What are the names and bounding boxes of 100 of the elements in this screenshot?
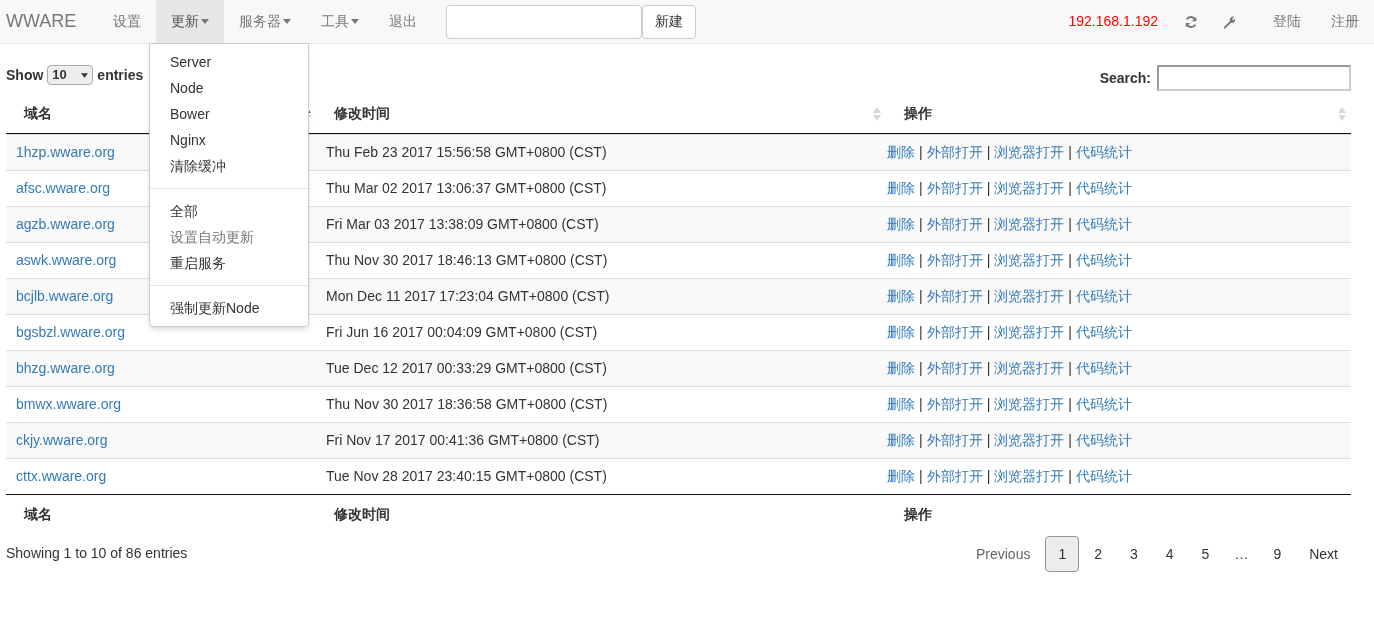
action-link[interactable]: 代码统计 bbox=[1075, 178, 1132, 199]
domain-link[interactable]: aswk.wware.org bbox=[16, 252, 117, 268]
domain-link[interactable]: cttx.wware.org bbox=[16, 468, 107, 484]
action-link[interactable]: 代码统计 bbox=[1075, 322, 1132, 343]
action-link[interactable]: 外部打开 bbox=[926, 322, 983, 343]
column-footer: 修改时间 bbox=[334, 506, 390, 522]
menu-item[interactable]: Server bbox=[150, 49, 308, 75]
action-link[interactable]: 外部打开 bbox=[926, 286, 983, 307]
action-link[interactable]: 代码统计 bbox=[1075, 142, 1132, 163]
sort-icon[interactable] bbox=[1337, 105, 1347, 122]
menu-item[interactable]: Bower bbox=[150, 101, 308, 127]
sort-icon[interactable] bbox=[872, 105, 882, 122]
page-button[interactable]: 3 bbox=[1117, 536, 1151, 572]
menu-item[interactable]: 全部 bbox=[150, 198, 308, 224]
nav-link[interactable]: 登陆 bbox=[1258, 11, 1316, 32]
refresh-icon[interactable] bbox=[1184, 14, 1198, 29]
separator: | bbox=[919, 395, 923, 414]
separator: | bbox=[1068, 215, 1072, 234]
nav-link[interactable]: 注册 bbox=[1316, 11, 1374, 32]
action-link[interactable]: 删除 bbox=[887, 466, 915, 487]
action-link[interactable]: 代码统计 bbox=[1075, 250, 1132, 271]
action-link[interactable]: 外部打开 bbox=[926, 394, 983, 415]
action-link[interactable]: 代码统计 bbox=[1075, 286, 1132, 307]
table-cell: Mon Dec 11 2017 17:23:04 GMT+0800 (CST) bbox=[326, 288, 610, 304]
action-link[interactable]: 删除 bbox=[887, 430, 915, 451]
search-field[interactable] bbox=[1157, 65, 1351, 91]
action-link[interactable]: 删除 bbox=[887, 286, 915, 307]
page-button[interactable]: 5 bbox=[1188, 536, 1223, 572]
domain-link[interactable]: bmwx.wware.org bbox=[16, 396, 122, 412]
nav-item[interactable]: 更新 bbox=[156, 0, 225, 43]
separator: | bbox=[1068, 287, 1072, 306]
action-link[interactable]: 外部打开 bbox=[926, 430, 983, 451]
action-link[interactable]: 代码统计 bbox=[1075, 358, 1132, 379]
brand[interactable]: WWARE bbox=[0, 8, 83, 35]
action-link[interactable]: 浏览器打开 bbox=[994, 430, 1065, 451]
action-link[interactable]: 浏览器打开 bbox=[994, 250, 1065, 271]
page-button[interactable]: 2 bbox=[1081, 536, 1115, 572]
action-link[interactable]: 删除 bbox=[887, 214, 915, 235]
separator: | bbox=[919, 179, 923, 198]
action-link[interactable]: 删除 bbox=[887, 322, 915, 343]
pagination-nav-button[interactable]: Previous bbox=[962, 536, 1044, 572]
nav-item[interactable]: 服务器 bbox=[224, 0, 307, 43]
new-button[interactable]: 新建 bbox=[642, 4, 697, 39]
separator: | bbox=[919, 251, 923, 270]
action-link[interactable]: 外部打开 bbox=[926, 214, 983, 235]
separator: | bbox=[1068, 179, 1072, 198]
separator: | bbox=[919, 431, 923, 450]
action-link[interactable]: 浏览器打开 bbox=[994, 394, 1065, 415]
nav-item[interactable]: 退出 bbox=[374, 0, 433, 43]
action-link[interactable]: 浏览器打开 bbox=[994, 214, 1065, 235]
action-link[interactable]: 删除 bbox=[887, 178, 915, 199]
action-link[interactable]: 浏览器打开 bbox=[994, 466, 1065, 487]
domain-link[interactable]: bhzg.wware.org bbox=[16, 360, 115, 376]
action-link[interactable]: 外部打开 bbox=[926, 250, 983, 271]
menu-item[interactable]: 强制更新Node bbox=[150, 295, 308, 321]
page-button[interactable]: 9 bbox=[1260, 536, 1295, 572]
domain-link[interactable]: bgsbzl.wware.org bbox=[16, 324, 125, 340]
domain-link[interactable]: afsc.wware.org bbox=[16, 180, 111, 196]
action-link[interactable]: 代码统计 bbox=[1075, 394, 1132, 415]
column-header[interactable]: 操作 bbox=[886, 94, 1351, 133]
domain-link[interactable]: bcjlb.wware.org bbox=[16, 288, 114, 304]
action-link[interactable]: 代码统计 bbox=[1075, 466, 1132, 487]
action-link[interactable]: 外部打开 bbox=[926, 178, 983, 199]
pagination-nav-button[interactable]: Next bbox=[1296, 536, 1351, 572]
action-link[interactable]: 删除 bbox=[887, 358, 915, 379]
column-footer: 域名 bbox=[24, 506, 52, 522]
action-link[interactable]: 代码统计 bbox=[1075, 214, 1132, 235]
action-link[interactable]: 外部打开 bbox=[926, 142, 983, 163]
action-link[interactable]: 删除 bbox=[887, 250, 915, 271]
action-link[interactable]: 浏览器打开 bbox=[994, 286, 1065, 307]
action-link[interactable]: 浏览器打开 bbox=[994, 178, 1065, 199]
entries-select[interactable]: 10 bbox=[47, 65, 94, 85]
table-cell: Fri Nov 17 2017 00:41:36 GMT+0800 (CST) bbox=[326, 432, 600, 448]
ip-address: 192.168.1.192 bbox=[1068, 12, 1158, 31]
domain-link[interactable]: agzb.wware.org bbox=[16, 216, 115, 232]
input-field[interactable] bbox=[446, 4, 643, 39]
column-header[interactable]: 修改时间 bbox=[316, 94, 886, 133]
nav-item[interactable]: 工具 bbox=[306, 0, 375, 43]
wrench-icon[interactable] bbox=[1222, 14, 1236, 29]
domain-link[interactable]: 1hzp.wware.org bbox=[16, 144, 115, 160]
separator: | bbox=[1068, 323, 1072, 342]
action-link[interactable]: 删除 bbox=[887, 394, 915, 415]
separator: | bbox=[919, 323, 923, 342]
action-link[interactable]: 代码统计 bbox=[1075, 430, 1132, 451]
action-link[interactable]: 外部打开 bbox=[926, 358, 983, 379]
menu-item[interactable]: 重启服务 bbox=[150, 250, 308, 276]
show-label: Show bbox=[6, 65, 44, 85]
action-link[interactable]: 外部打开 bbox=[926, 466, 983, 487]
page-button[interactable]: 4 bbox=[1152, 536, 1187, 572]
menu-item[interactable]: 清除缓冲 bbox=[150, 153, 308, 179]
action-link[interactable]: 浏览器打开 bbox=[994, 142, 1065, 163]
menu-item[interactable]: Nginx bbox=[150, 127, 308, 153]
separator: | bbox=[986, 359, 991, 378]
page-button[interactable]: 1 bbox=[1045, 536, 1080, 572]
action-link[interactable]: 删除 bbox=[887, 142, 915, 163]
action-link[interactable]: 浏览器打开 bbox=[994, 322, 1065, 343]
menu-item[interactable]: Node bbox=[150, 75, 308, 101]
action-link[interactable]: 浏览器打开 bbox=[994, 358, 1065, 379]
nav-item[interactable]: 设置 bbox=[98, 0, 157, 43]
domain-link[interactable]: ckjy.wware.org bbox=[16, 432, 108, 448]
